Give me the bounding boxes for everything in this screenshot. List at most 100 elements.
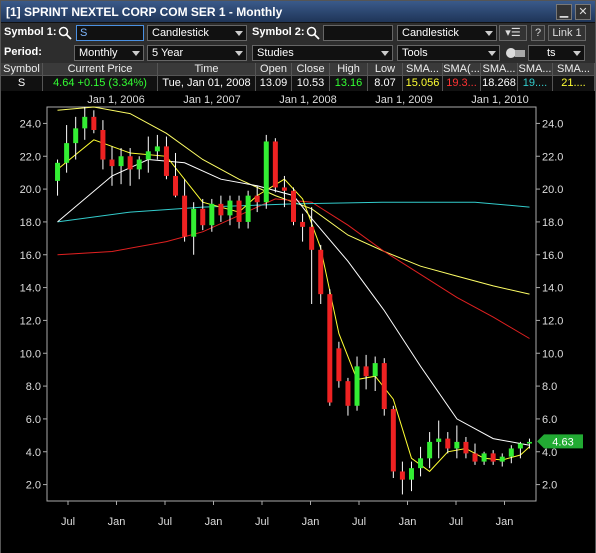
chart-type1-value: Candlestick [152,27,209,39]
cell-time: Tue, Jan 01, 2008 [158,76,256,91]
bottom-axis-label: Jan [205,516,223,528]
y-tick-label-right: 8.0 [542,381,557,393]
candle-body [55,162,61,181]
cell-sma2: 19.3... [443,76,481,91]
y-tick-label-right: 24.0 [542,118,563,130]
alerts-select[interactable]: ts [528,45,585,61]
col-close: Close [292,63,330,75]
plot-area [46,106,537,502]
search-icon[interactable] [306,26,320,40]
tools-select[interactable]: Tools [397,45,500,61]
candle-body [154,146,160,152]
link-button[interactable]: Link 1 [548,25,586,41]
candle-body [82,116,88,129]
candle-body [472,453,478,462]
cell-symbol: S [1,76,43,91]
menu-button[interactable]: ▾☰ [499,25,527,41]
candle-body [209,203,215,226]
bottom-axis-label: Jul [158,516,172,528]
y-tick-label-left: 8.0 [26,381,41,393]
y-tick-label-left: 2.0 [26,480,41,492]
col-open: Open [256,63,292,75]
cell-sma5: 21.... [553,76,595,91]
col-sma5: SMA... [553,63,595,75]
y-tick-label-left: 20.0 [20,184,41,196]
close-button[interactable]: ✕ [575,4,591,20]
bottom-axis-label: Jul [449,516,463,528]
symbol2-input[interactable] [323,25,393,41]
candle-body [100,129,106,160]
candle-body [345,381,351,406]
chevron-down-icon [381,51,389,56]
price-chart[interactable]: Jan 1, 2006 Jan 1, 2007 Jan 1, 2008 Jan 1, … [1,91,595,553]
candle-body [354,366,360,406]
range-value: 5 Year [152,47,184,59]
current-price-label: 4.63 [552,436,573,448]
col-symbol: Symbol [1,63,43,75]
y-tick-label-right: 14.0 [542,283,563,295]
range-select[interactable]: 5 Year [147,45,247,61]
col-time: Time [158,63,256,75]
y-tick-label-left: 24.0 [20,118,41,130]
period-label: Period: [4,46,42,58]
chart-type1-select[interactable]: Candlestick [147,25,247,41]
candle-body [245,195,251,222]
cell-sma4: 19.... [518,76,553,91]
cell-high: 13.16 [330,76,368,91]
candle-body [236,200,242,222]
candle-body [291,190,296,222]
y-tick-label-left: 14.0 [20,283,41,295]
top-axis-label: Jan 1, 2007 [183,94,241,106]
y-tick-label-right: 18.0 [542,217,563,229]
y-tick-label-right: 12.0 [542,315,563,327]
help-button[interactable]: ? [531,25,545,41]
quote-table-header: Symbol Current Price Time Open Close Hig… [1,63,595,76]
studies-select[interactable]: Studies [252,45,393,61]
candle-body [408,468,414,480]
candle-body [136,159,142,170]
alert-icon[interactable] [504,46,526,60]
top-axis-label: Jan 1, 2010 [471,94,529,106]
period-row: Period: Monthly 5 Year Studies Tools ts [1,43,595,63]
chevron-down-icon [488,51,496,56]
candle-body [254,195,260,203]
candle-body [372,363,378,377]
minimize-button[interactable]: ▁ [556,4,572,20]
col-low: Low [368,63,403,75]
y-tick-label-right: 16.0 [542,250,563,262]
chart-type2-select[interactable]: Candlestick [397,25,497,41]
candle-body [182,195,188,237]
candle-body [526,441,532,444]
col-sma3: SMA... [481,63,518,75]
candlestick-chart[interactable]: Jan 1, 2006 Jan 1, 2007 Jan 1, 2008 Jan 1, … [1,91,595,553]
candle-body [73,128,79,144]
candle-body [163,146,169,176]
y-tick-label-left: 22.0 [20,151,41,163]
bottom-axis-label: Jan [496,516,514,528]
bottom-axis-label: Jan [399,516,417,528]
top-axis-label: Jan 1, 2008 [279,94,337,106]
top-axis-label: Jan 1, 2006 [87,94,145,106]
y-tick-label-left: 10.0 [20,348,41,360]
titlebar: [1] SPRINT NEXTEL CORP COM SER 1 - Month… [1,1,595,23]
candle-body [454,441,460,449]
symbol1-input[interactable]: S [76,25,144,41]
symbol-row: Symbol 1: S Candlestick Symbol 2: Candle… [1,23,595,43]
bottom-axis-label: Jan [302,516,320,528]
cell-current-price: 4.64 +0.15 (3.34%) [43,76,158,91]
chart-window: [1] SPRINT NEXTEL CORP COM SER 1 - Month… [0,0,596,553]
period-select[interactable]: Monthly [74,45,144,61]
search-icon[interactable] [58,26,72,40]
candle-body [481,453,487,462]
candle-body [281,187,287,191]
y-tick-label-right: 20.0 [542,184,563,196]
candle-body [300,221,306,227]
col-current-price: Current Price [43,63,158,75]
col-sma1: SMA... [403,63,443,75]
y-tick-label-left: 16.0 [20,250,41,262]
candle-body [327,294,333,403]
quote-row[interactable]: S 4.64 +0.15 (3.34%) Tue, Jan 01, 2008 1… [1,76,595,91]
tools-value: Tools [402,47,428,59]
candle-body [227,200,233,216]
symbol1-label: Symbol 1: [4,26,57,38]
